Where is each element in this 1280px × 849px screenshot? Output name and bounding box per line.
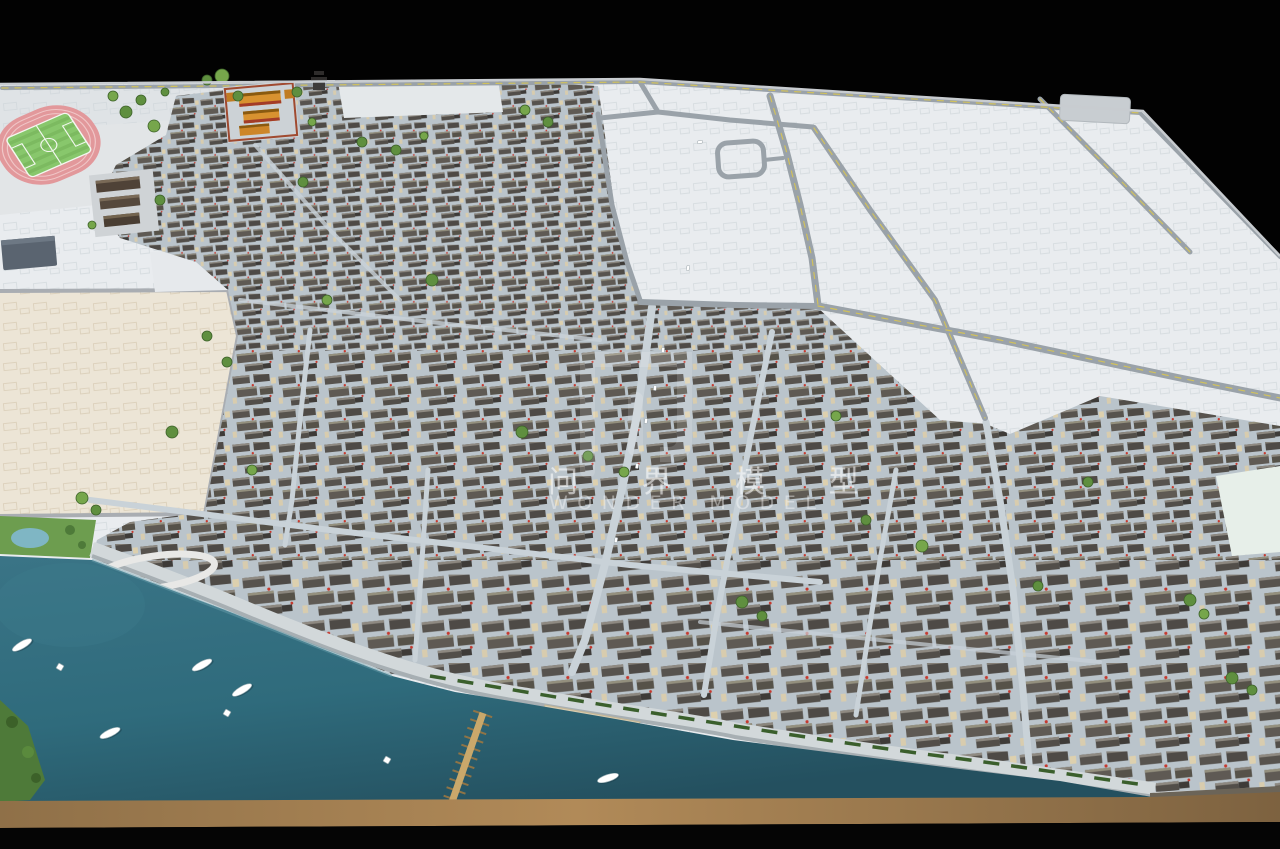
tree [161,88,169,96]
tree [298,177,308,187]
tree [516,426,528,438]
car [644,418,647,423]
car [661,347,664,352]
tree [1199,609,1209,619]
model-photo: 问 界 模 型 WONDER MODEL [0,0,1280,849]
civic-building [1,236,57,271]
tree [148,120,160,132]
tree [736,596,748,608]
tree [1184,594,1196,606]
tree [292,87,302,97]
tree [1033,581,1043,591]
tree [120,106,132,118]
car [614,537,618,542]
tree [136,95,146,105]
tree [916,540,928,552]
tree [391,145,401,155]
tree [861,515,871,525]
scene-canvas [0,0,1280,849]
tree [215,69,229,83]
tree [202,331,212,341]
car [653,385,656,390]
tree [322,295,332,305]
tree [233,91,243,101]
tree [520,105,530,115]
car [697,140,702,144]
tree [357,137,367,147]
tree [1083,477,1093,487]
car [686,265,690,270]
tree [155,195,165,205]
tree [757,611,767,621]
tree [166,426,178,438]
left-plaza [0,290,238,516]
waterfront-park [0,516,96,558]
tree [543,117,553,127]
tree [1247,685,1257,695]
car [635,463,638,468]
tree [247,465,257,475]
tree [831,411,841,421]
tree [76,492,88,504]
tree [619,467,629,477]
tree [1226,672,1238,684]
tree [426,274,438,286]
park-pool [11,528,49,548]
tree [222,357,232,367]
tree [91,505,101,515]
pavilion-complex [89,169,159,237]
tree [308,118,316,126]
tree [88,221,96,229]
tree [420,132,428,140]
tree [108,91,118,101]
